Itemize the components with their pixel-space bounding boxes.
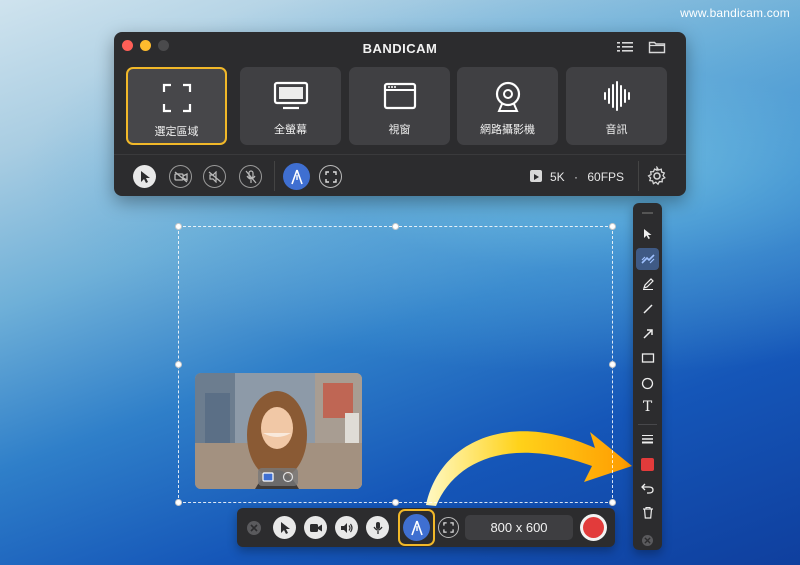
mode-label: 視窗	[388, 124, 411, 136]
rectangle-tool[interactable]	[636, 347, 659, 369]
camera-off-icon	[173, 171, 188, 182]
resize-handle-right[interactable]	[609, 361, 616, 368]
mode-label: 全螢幕	[274, 124, 307, 136]
arrow-tool[interactable]	[636, 323, 659, 345]
close-icon	[250, 524, 258, 532]
rectangle-icon	[641, 353, 654, 363]
mode-select-area[interactable]: 選定區域	[126, 67, 227, 145]
mic-icon	[372, 521, 383, 534]
trash-icon	[642, 506, 653, 519]
pen-nib-icon	[290, 169, 303, 184]
close-draw-toolbar-button[interactable]	[642, 535, 653, 546]
folder-icon[interactable]	[648, 40, 666, 54]
resize-handle-bottom-left[interactable]	[175, 499, 182, 506]
cursor-icon	[140, 170, 150, 183]
mode-label: 音訊	[605, 124, 628, 136]
resize-handle-top-left[interactable]	[175, 223, 182, 230]
highlighter-tool[interactable]	[636, 248, 659, 270]
pencil-tool[interactable]	[636, 273, 659, 295]
control-bar: 5K · 60FPS	[114, 154, 686, 196]
resize-handle-bottom-right[interactable]	[609, 499, 616, 506]
bandicam-main-window: BANDICAM 選定區域 全螢幕 視窗 網路攝影機 音訊 5K · 60FPS	[114, 32, 686, 196]
record-button[interactable]	[580, 514, 607, 541]
focus-frame-icon	[324, 170, 337, 183]
mic-button[interactable]	[366, 516, 389, 539]
mode-label: 選定區域	[154, 126, 199, 138]
mode-label: 網路攝影機	[480, 124, 535, 136]
pencil-icon	[642, 278, 654, 290]
ellipse-tool[interactable]	[636, 372, 659, 394]
window-icon	[383, 82, 416, 110]
close-icon	[644, 537, 651, 544]
resize-handle-left[interactable]	[175, 361, 182, 368]
recording-size-field[interactable]: 800 x 600	[465, 515, 573, 540]
area-adjust-button[interactable]	[319, 165, 342, 188]
pen-nib-icon	[410, 520, 423, 535]
clear-button[interactable]	[636, 501, 659, 523]
list-view-icon[interactable]	[616, 40, 634, 54]
speaker-off-icon	[208, 170, 221, 183]
undo-button[interactable]	[636, 477, 659, 499]
ellipse-icon	[641, 377, 654, 389]
draw-toggle-button[interactable]	[403, 514, 430, 541]
fps-label: 60FPS	[587, 170, 625, 184]
webcam-overlay-controls	[258, 468, 298, 486]
webcam-icon	[495, 81, 520, 112]
line-width-icon	[642, 435, 653, 444]
pointer-icon	[643, 229, 651, 239]
pointer-tool[interactable]	[636, 223, 659, 245]
audio-wave-icon	[603, 81, 630, 111]
divider	[638, 424, 657, 425]
close-button[interactable]	[247, 521, 261, 535]
mode-webcam[interactable]: 網路攝影機	[457, 67, 558, 145]
text-tool[interactable]: T	[636, 396, 659, 418]
drag-handle[interactable]	[642, 212, 653, 214]
area-adjust-button[interactable]	[438, 517, 459, 538]
webcam-button[interactable]	[304, 516, 327, 539]
mode-audio[interactable]: 音訊	[566, 67, 667, 145]
rect-shape-icon[interactable]	[262, 471, 274, 483]
line-icon	[642, 304, 653, 314]
divider	[638, 161, 639, 191]
undo-icon	[641, 483, 654, 494]
draw-toolbar: T	[633, 203, 662, 550]
video-camera-icon	[309, 523, 322, 532]
mode-window[interactable]: 視窗	[349, 67, 450, 145]
gear-icon[interactable]	[647, 166, 667, 186]
video-format-icon	[530, 170, 542, 182]
monitor-icon	[273, 81, 308, 110]
mic-mute-button[interactable]	[239, 165, 262, 188]
divider	[274, 161, 275, 191]
cursor-icon	[280, 521, 290, 534]
speaker-mute-button[interactable]	[203, 165, 226, 188]
cursor-toggle-button[interactable]	[133, 165, 156, 188]
record-icon	[583, 517, 604, 538]
app-title: BANDICAM	[362, 41, 438, 56]
mode-fullscreen[interactable]: 全螢幕	[240, 67, 341, 145]
draw-toggle-button[interactable]	[283, 163, 310, 190]
area-select-icon	[162, 83, 191, 113]
cursor-toggle-button[interactable]	[273, 516, 296, 539]
speaker-icon	[340, 522, 353, 533]
color-picker-tool[interactable]	[636, 453, 659, 475]
draw-toggle-highlight[interactable]	[398, 509, 435, 546]
resize-handle-bottom[interactable]	[392, 499, 399, 506]
title-bar: BANDICAM	[114, 32, 686, 62]
circle-shape-icon[interactable]	[282, 471, 294, 483]
line-width-tool[interactable]	[636, 428, 659, 450]
focus-frame-icon	[443, 522, 454, 533]
resolution-label: 5K	[550, 170, 565, 184]
recording-format-label[interactable]: 5K · 60FPS	[550, 170, 624, 184]
resize-handle-top-right[interactable]	[609, 223, 616, 230]
arrow-icon	[642, 329, 653, 339]
color-swatch-icon	[641, 457, 654, 471]
webcam-off-button[interactable]	[169, 165, 192, 188]
resize-handle-top[interactable]	[392, 223, 399, 230]
mic-off-icon	[245, 169, 256, 183]
highlighter-icon	[640, 254, 655, 264]
recording-toolbar: 800 x 600	[237, 508, 615, 547]
line-tool[interactable]	[636, 298, 659, 320]
separator-dot: ·	[574, 170, 579, 184]
speaker-button[interactable]	[335, 516, 358, 539]
